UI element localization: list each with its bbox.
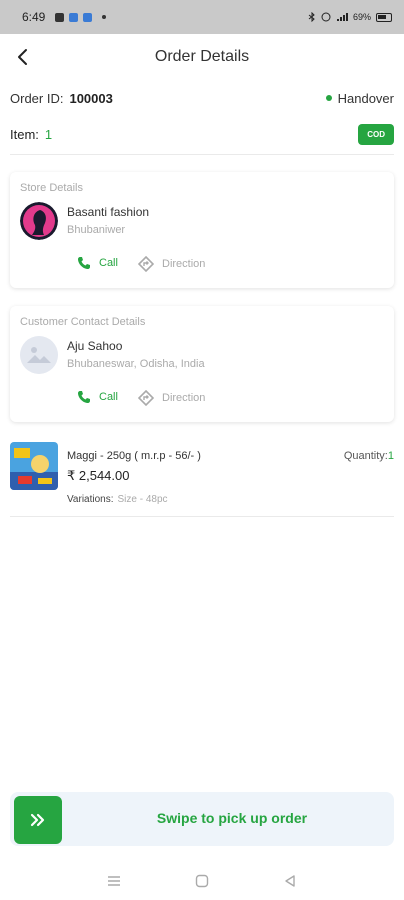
quantity-value: 1 [387, 450, 394, 462]
variations-value: Size - 48pc [117, 494, 168, 505]
back-button[interactable] [10, 44, 36, 70]
item-label: Item: [10, 126, 39, 142]
product-price: ₹ 2,544.00 [67, 468, 130, 483]
menu-lines-icon [108, 876, 120, 886]
battery-icon [376, 12, 392, 22]
order-id-label: Order ID: [10, 90, 64, 106]
store-logo-icon [20, 202, 58, 240]
customer-section-title: Customer Contact Details [20, 316, 146, 328]
image-placeholder-icon [20, 336, 58, 374]
variations-label: Variations: [67, 494, 114, 505]
product-image [10, 442, 58, 490]
system-back-button[interactable] [280, 871, 300, 891]
product-variations: Variations: Size - 48pc [67, 494, 168, 505]
order-id-row: Order ID: 100003 Handover [10, 86, 394, 110]
product-name: Maggi - 250g ( m.r.p - 56/- ) [67, 450, 201, 462]
system-icons: 69% [308, 12, 392, 22]
notification-icon [55, 12, 65, 22]
bluetooth-icon [308, 12, 315, 22]
store-avatar [20, 202, 58, 240]
store-name: Basanti fashion [67, 205, 150, 219]
signal-icon [336, 13, 348, 21]
notification-icons [55, 12, 93, 22]
store-call-button[interactable]: Call [77, 256, 118, 270]
customer-details-card: Customer Contact Details Aju Sahoo Bhuba… [10, 306, 394, 422]
store-call-label: Call [99, 257, 118, 269]
status-bar: 6:49 69% [0, 0, 404, 34]
store-location: Bhubaniwer [67, 224, 126, 236]
battery-percent: 69% [352, 12, 371, 22]
quantity-label: Quantity: [343, 450, 388, 462]
item-count: 1 [44, 126, 53, 142]
direction-icon [138, 256, 154, 272]
status-dot-icon [325, 95, 332, 101]
page-title: Order Details [154, 48, 250, 65]
arrow-left-icon [18, 49, 27, 65]
order-status: Handover [325, 90, 394, 106]
customer-call-label: Call [99, 391, 118, 403]
more-notifications-icon [102, 15, 107, 19]
store-section-title: Store Details [20, 182, 83, 194]
swipe-to-pickup-slider[interactable]: Swipe to pick up order [10, 792, 394, 846]
swipe-handle[interactable] [14, 796, 62, 844]
app-notification-icon [69, 12, 79, 22]
store-details-card: Store Details Basanti fashion Bhubaniwer… [10, 172, 394, 288]
customer-call-button[interactable]: Call [77, 390, 118, 404]
app-notification-icon [83, 12, 93, 22]
double-chevron-right-icon [30, 813, 45, 827]
payment-badge: COD [358, 123, 394, 145]
phone-icon [78, 391, 90, 403]
recent-apps-button[interactable] [104, 871, 124, 891]
system-navigation-bar [0, 862, 404, 900]
customer-direction-label: Direction [162, 392, 206, 404]
customer-name: Aju Sahoo [67, 339, 123, 353]
app-header: Order Details [0, 34, 404, 80]
home-button[interactable] [192, 871, 212, 891]
divider [10, 516, 394, 517]
divider [10, 154, 394, 155]
item-row: Item: 1 COD [10, 122, 394, 146]
product-list-item: Maggi - 250g ( m.r.p - 56/- ) ₹ 2,544.00… [10, 440, 394, 515]
customer-direction-button[interactable]: Direction [138, 390, 205, 406]
swipe-label: Swipe to pick up order [156, 810, 308, 826]
status-time: 6:49 [22, 10, 46, 24]
direction-icon [138, 390, 154, 406]
customer-avatar [20, 336, 58, 374]
order-status-text: Handover [337, 90, 394, 106]
store-direction-label: Direction [162, 258, 206, 270]
phone-icon [78, 257, 90, 269]
product-quantity: Quantity:1 [344, 450, 394, 462]
customer-address: Bhubaneswar, Odisha, India [67, 358, 205, 370]
home-square-icon [195, 874, 209, 888]
product-thumbnail [10, 442, 58, 490]
order-id-value: 100003 [69, 90, 113, 106]
alarm-icon [321, 12, 331, 22]
store-direction-button[interactable]: Direction [138, 256, 205, 272]
back-triangle-icon [285, 875, 295, 887]
